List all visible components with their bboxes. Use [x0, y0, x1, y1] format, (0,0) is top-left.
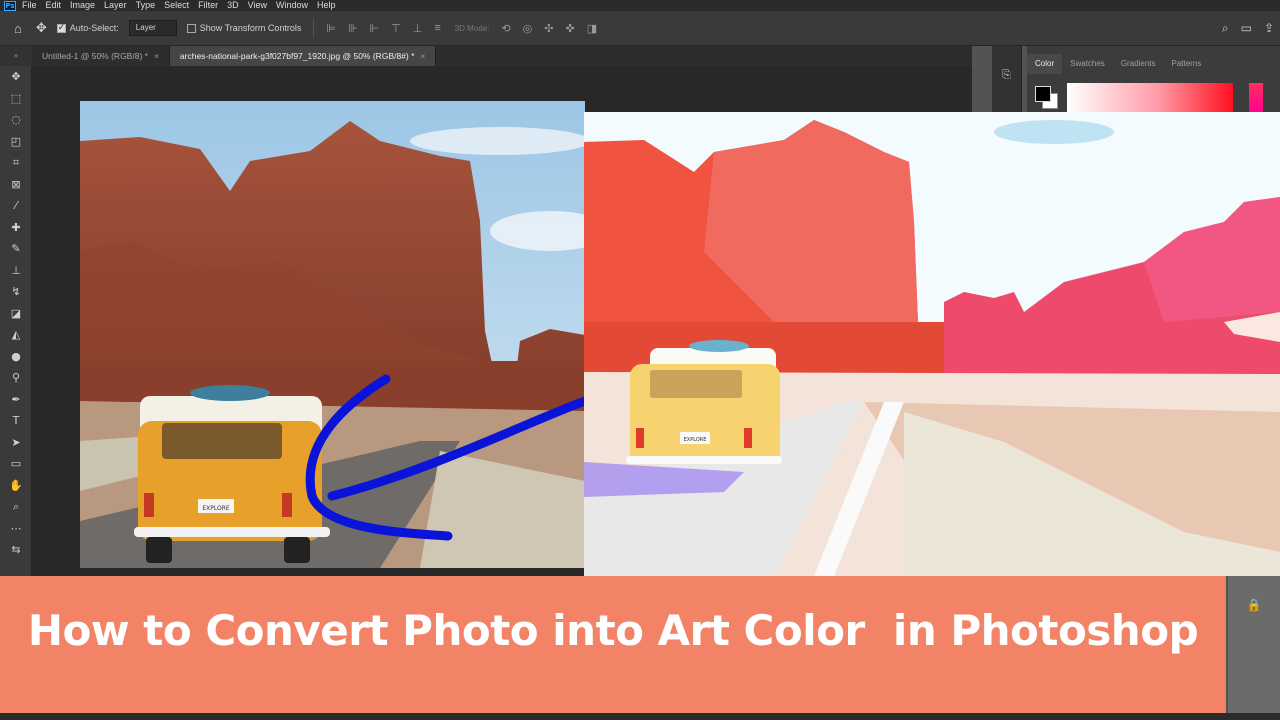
foreground-color-swatch[interactable] [1035, 86, 1051, 102]
zoom-tool-icon[interactable]: ⌕ [0, 496, 32, 518]
van: EXPLORE [134, 385, 330, 563]
color-spectrum-picker[interactable] [1067, 83, 1233, 112]
menu-view[interactable]: View [248, 0, 267, 11]
close-icon[interactable]: × [420, 51, 425, 61]
move-tool-icon[interactable]: ✥ [36, 20, 47, 36]
3d-mode-label: 3D Mode: [454, 23, 490, 33]
options-divider [313, 19, 315, 37]
auto-select-label: Auto-Select: [69, 23, 119, 33]
clone-stamp-tool-icon[interactable]: ⊥ [0, 260, 32, 282]
path-selection-tool-icon[interactable]: ➤ [0, 432, 32, 454]
menu-help[interactable]: Help [317, 0, 336, 11]
history-panel-icon[interactable]: ⎘ [992, 68, 1021, 82]
license-plate: EXPLORE [202, 505, 230, 512]
share-icon[interactable]: ⇪ [1264, 21, 1274, 36]
options-bar: ⌂ ✥ Auto-Select: Layer Show Transform Co… [0, 11, 1280, 46]
workspace-icon[interactable]: ▭ [1241, 21, 1252, 36]
menu-filter[interactable]: Filter [198, 0, 218, 11]
3d-scale-icon[interactable]: ◨ [587, 22, 597, 35]
panel-icon-strip: ⎘ [992, 46, 1022, 112]
lock-icon: 🔒 [1246, 598, 1262, 612]
tab-arches-national-park[interactable]: arches-national-park-g3f027bf97_1920.jpg… [169, 46, 437, 66]
pen-tool-icon[interactable]: ✒ [0, 389, 32, 411]
3d-slide-icon[interactable]: ✜ [565, 22, 574, 35]
original-photo-illustration: EXPLORE [80, 101, 585, 568]
video-title: How to Convert Photo into Art Color in P… [27, 606, 1199, 655]
toolbar-collapse-handle[interactable]: » [0, 46, 32, 66]
auto-select-target-dropdown[interactable]: Layer [128, 20, 177, 36]
show-transform-label: Show Transform Controls [199, 23, 302, 33]
eraser-tool-icon[interactable]: ◪ [0, 303, 32, 325]
art-color-photo-illustration: EXPLORE [584, 112, 1280, 576]
brush-tool-icon[interactable]: ✎ [0, 238, 32, 260]
type-tool-icon[interactable]: T [0, 410, 32, 432]
status-bar [0, 713, 1280, 720]
align-right-icon[interactable]: ⊩ [370, 22, 380, 35]
tab-label: arches-national-park-g3f027bf97_1920.jpg… [179, 51, 415, 61]
tab-color[interactable]: Color [1027, 54, 1063, 74]
menu-select[interactable]: Select [164, 0, 189, 11]
show-transform-checkbox[interactable] [186, 23, 196, 33]
healing-brush-tool-icon[interactable]: ✚ [0, 217, 32, 239]
crop-tool-icon[interactable]: ⌗ [0, 152, 32, 174]
move-tool-icon[interactable]: ✥ [0, 66, 32, 88]
license-plate: EXPLORE [684, 437, 707, 443]
auto-select-checkbox[interactable] [56, 22, 66, 33]
menu-image[interactable]: Image [70, 0, 95, 11]
more-tools-icon[interactable]: ⋯ [0, 518, 32, 540]
tab-label: Untitled-1 @ 50% (RGB/8) * [42, 51, 148, 61]
close-icon[interactable]: × [154, 51, 159, 61]
distribute-icon[interactable]: ≡ [434, 22, 440, 34]
search-icon[interactable]: ⌕ [1222, 21, 1229, 36]
menu-bar: Ps File Edit Image Layer Type Select Fil… [0, 0, 1280, 11]
options-right-icons: ⌕ ▭ ⇪ [1222, 21, 1274, 36]
menu-file[interactable]: File [22, 0, 37, 11]
frame-tool-icon[interactable]: ⊠ [0, 174, 32, 196]
menu-window[interactable]: Window [276, 0, 308, 11]
eyedropper-tool-icon[interactable]: ⁄ [0, 195, 32, 217]
3d-pan-icon[interactable]: ✣ [544, 22, 553, 35]
tab-patterns[interactable]: Patterns [1164, 54, 1210, 74]
tools-panel: ✥ ⬚ ◌ ◰ ⌗ ⊠ ⁄ ✚ ✎ ⊥ ↯ ◪ ◭ ● ⚲ ✒ T ➤ ▭ ✋ … [0, 66, 32, 576]
3d-roll-icon[interactable]: ◎ [523, 22, 533, 35]
original-photo: EXPLORE [80, 101, 585, 568]
art-color-photo: EXPLORE [584, 112, 1280, 576]
align-left-icon[interactable]: ⊫ [326, 22, 336, 35]
history-brush-tool-icon[interactable]: ↯ [0, 281, 32, 303]
color-panel: Color Swatches Gradients Patterns [1027, 46, 1280, 112]
object-select-tool-icon[interactable]: ◰ [0, 131, 32, 153]
menu-3d[interactable]: 3D [227, 0, 239, 11]
marquee-tool-icon[interactable]: ⬚ [0, 88, 32, 110]
3d-orbit-icon[interactable]: ⟲ [501, 22, 510, 35]
tab-swatches[interactable]: Swatches [1062, 54, 1113, 74]
menu-edit[interactable]: Edit [46, 0, 62, 11]
rectangle-tool-icon[interactable]: ▭ [0, 453, 32, 475]
blur-tool-icon[interactable]: ● [0, 346, 32, 368]
photoshop-logo-icon: Ps [4, 0, 16, 11]
align-top-icon[interactable]: ⊤ [391, 22, 401, 35]
dodge-tool-icon[interactable]: ⚲ [0, 367, 32, 389]
paint-bucket-tool-icon[interactable]: ◭ [0, 324, 32, 346]
lasso-tool-icon[interactable]: ◌ [0, 109, 32, 131]
color-panel-tabs: Color Swatches Gradients Patterns [1027, 54, 1280, 74]
menu-type[interactable]: Type [136, 0, 156, 11]
menu-layer[interactable]: Layer [104, 0, 127, 11]
align-middle-icon[interactable]: ⊥ [413, 22, 423, 35]
tab-untitled-1[interactable]: Untitled-1 @ 50% (RGB/8) * × [32, 46, 170, 66]
panel-overlay: 🔒 [1228, 576, 1280, 713]
document-tab-bar: Untitled-1 @ 50% (RGB/8) * × arches-natio… [32, 46, 972, 66]
swap-colors-icon[interactable]: ⇆ [0, 539, 32, 561]
hand-tool-icon[interactable]: ✋ [0, 475, 32, 497]
tab-gradients[interactable]: Gradients [1113, 54, 1164, 74]
hue-slider[interactable] [1249, 83, 1263, 112]
home-icon[interactable]: ⌂ [14, 21, 22, 36]
align-center-icon[interactable]: ⊪ [348, 22, 358, 35]
